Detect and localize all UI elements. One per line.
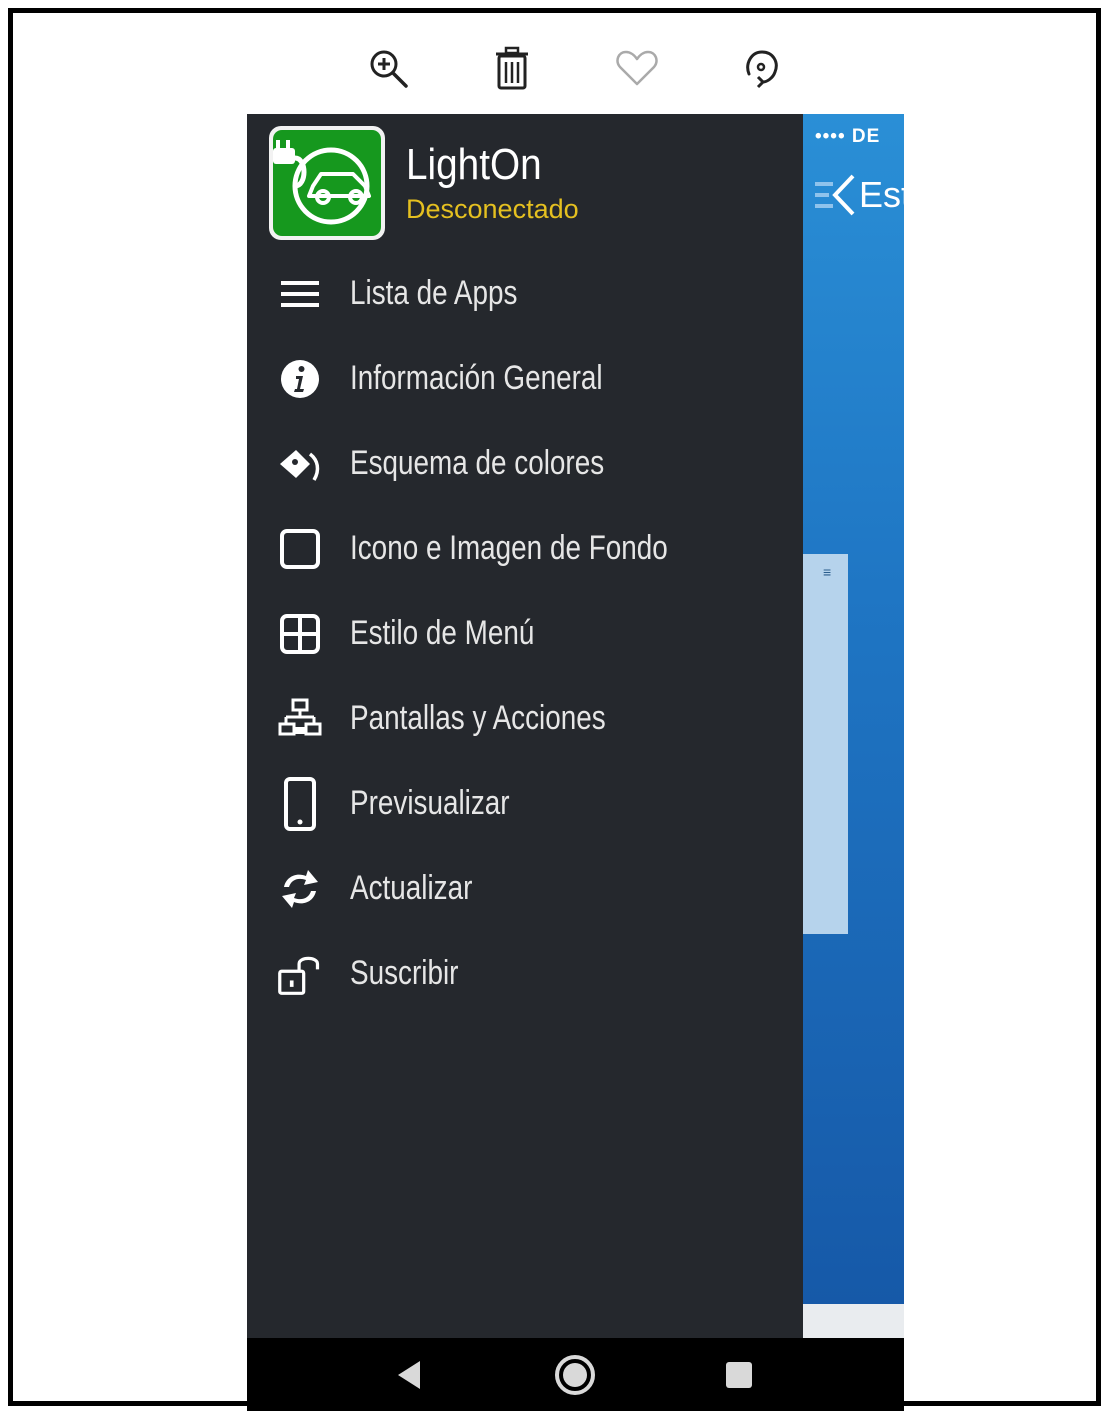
zoom-in-button[interactable]: [360, 40, 416, 96]
menu-item-preview[interactable]: Previsualizar: [247, 761, 803, 846]
system-navigation-bar: [247, 1338, 904, 1411]
menu-item-color-scheme[interactable]: Esquema de colores: [247, 421, 803, 506]
background-panel: [803, 554, 848, 934]
app-logo: [269, 126, 385, 240]
connection-status: Desconectado: [406, 194, 579, 224]
menu-item-update[interactable]: Actualizar: [247, 846, 803, 931]
navigation-drawer: LightOn Desconectado Lista de Apps Infor…: [247, 114, 803, 1338]
menu-item-subscribe[interactable]: Suscribir: [247, 931, 803, 1016]
mobile-phone-icon: [277, 776, 323, 831]
menu-item-label: Actualizar: [350, 869, 473, 907]
info-icon: [277, 356, 323, 402]
menu-item-screens-actions[interactable]: Pantallas y Acciones: [247, 676, 803, 761]
square-icon: [277, 526, 323, 572]
refresh-icon: [277, 866, 323, 912]
app-name: LightOn: [406, 140, 542, 189]
background-screen-footer: [803, 1304, 904, 1338]
menu-item-label: Esquema de colores: [350, 444, 605, 482]
delete-button[interactable]: [484, 40, 540, 96]
favorite-button[interactable]: [609, 40, 665, 96]
recents-square-icon: [726, 1361, 752, 1388]
menu-item-label: Lista de Apps: [350, 274, 518, 312]
back-triangle-icon: [398, 1360, 420, 1389]
home-circle-icon: [555, 1354, 595, 1395]
rotate-icon: [746, 50, 778, 89]
menu-back-icon: [815, 174, 855, 216]
zoom-in-icon: [370, 50, 408, 88]
menu-item-label: Estilo de Menú: [350, 614, 535, 652]
phone-screen: •••• DE Est ≡: [247, 114, 904, 1411]
rotate-button[interactable]: [733, 40, 789, 96]
menu-item-general-info[interactable]: Información General: [247, 336, 803, 421]
menu-item-apps-list[interactable]: Lista de Apps: [247, 251, 803, 336]
paint-bucket-icon: [277, 441, 323, 487]
menu-item-label: Icono e Imagen de Fondo: [350, 529, 668, 567]
electric-car-plug-icon: [273, 140, 371, 225]
background-back-button[interactable]: Est: [813, 172, 904, 218]
menu-item-menu-style[interactable]: Estilo de Menú: [247, 591, 803, 676]
drawer-menu: Lista de Apps Información General Esquem…: [247, 251, 803, 1016]
background-status-bar: •••• DE: [815, 126, 881, 147]
menu-item-label: Pantallas y Acciones: [350, 699, 606, 737]
list-icon: [277, 271, 323, 317]
nav-back-button[interactable]: [369, 1338, 449, 1411]
menu-item-label: Suscribir: [350, 954, 459, 992]
unlock-icon: [277, 951, 323, 997]
menu-item-label: Información General: [350, 359, 603, 397]
heart-icon: [616, 50, 658, 86]
nav-home-button[interactable]: [535, 1338, 615, 1411]
trash-icon: [496, 46, 528, 90]
menu-item-icon-background[interactable]: Icono e Imagen de Fondo: [247, 506, 803, 591]
list-icon: ≡: [823, 564, 832, 580]
menu-item-label: Previsualizar: [350, 784, 510, 822]
nav-recents-button[interactable]: [699, 1338, 779, 1411]
sitemap-icon: [277, 696, 323, 742]
background-back-label: Est: [859, 174, 904, 215]
grid-icon: [277, 611, 323, 657]
